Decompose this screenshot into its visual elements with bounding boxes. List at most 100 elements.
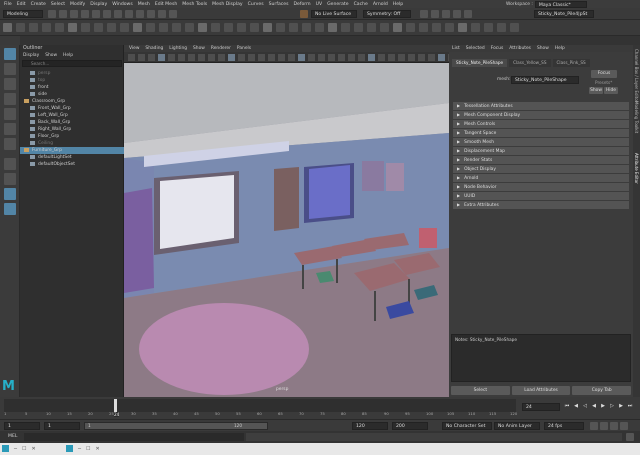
move-tool-icon[interactable] [4,93,16,105]
fps-dropdown[interactable]: 24 fps [544,422,584,430]
step-back-key-icon[interactable]: ◀ [572,403,580,409]
viewport-tool-icon[interactable] [418,54,425,61]
start-time-field[interactable]: 1 [4,422,40,430]
viewport-tool-icon[interactable] [328,54,335,61]
menu-item-help[interactable]: Help [393,2,403,7]
expand-arrow-icon[interactable]: ▶ [457,175,460,180]
arnold-render-icon[interactable] [464,10,472,18]
hypershade-icon[interactable] [453,10,461,18]
viewport-tool-icon[interactable] [318,54,325,61]
shelf-tool-icon[interactable] [406,23,415,32]
workspace-selector[interactable]: Workspace : Maya Classic* [506,1,587,8]
viewport-tool-icon[interactable] [378,54,385,61]
taskbar-app-1[interactable]: ─ ☐ ✕ [2,445,36,452]
expand-arrow-icon[interactable]: ▶ [457,103,460,108]
outliner-item[interactable]: Right_Wall_Grp [20,126,124,133]
shelf-tool-icon[interactable] [211,23,220,32]
outliner-item[interactable]: Back_Wall_Grp [20,119,124,126]
viewport-tool-icon[interactable] [388,54,395,61]
snap-grid-icon[interactable] [136,10,144,18]
outliner-item[interactable]: persp [20,70,124,77]
select-hierarchy-icon[interactable] [103,10,111,18]
viewport-tool-icon[interactable] [158,54,165,61]
expand-arrow-icon[interactable]: ▶ [457,166,460,171]
menu-item-generate[interactable]: Generate [327,2,348,7]
outliner-menu-show[interactable]: Show [45,53,57,58]
viewport-tool-icon[interactable] [168,54,175,61]
close-icon[interactable]: ✕ [32,446,36,452]
menu-item-select[interactable]: Select [51,2,65,7]
character-set-dropdown[interactable]: No Character Set [442,422,492,430]
step-forward-icon[interactable]: ▷ [608,403,616,409]
right-tab[interactable]: Attribute Editor [634,153,639,184]
menu-item-curves[interactable]: Curves [248,2,264,7]
viewport-tool-icon[interactable] [148,54,155,61]
ae-section-tessellation-attributes[interactable]: ▶ Tessellation Attributes [453,102,629,110]
ae-menu-help[interactable]: Help [555,46,565,51]
new-scene-icon[interactable] [48,10,56,18]
menu-item-mesh[interactable]: Mesh [138,2,150,7]
close-icon-2[interactable]: ✕ [96,446,100,452]
menu-item-edit-mesh[interactable]: Edit Mesh [155,2,177,7]
shelf-tool-icon[interactable] [458,23,467,32]
step-forward-key-icon[interactable]: ▶ [617,403,625,409]
select-component-icon[interactable] [125,10,133,18]
viewport-tool-icon[interactable] [178,54,185,61]
shelf-tool-icon[interactable] [471,23,480,32]
shelf-tool-icon[interactable] [3,23,12,32]
menu-item-arnold[interactable]: Arnold [373,2,388,7]
expand-arrow-icon[interactable]: ▶ [457,130,460,135]
end-time-field[interactable]: 200 [392,422,428,430]
viewport-menu-lighting[interactable]: Lighting [169,46,187,51]
four-pane-layout-icon[interactable] [4,173,16,185]
restore-icon-2[interactable]: ☐ [86,446,90,452]
ae-select-button[interactable]: Select [451,386,510,395]
ae-menu-show[interactable]: Show [537,46,549,51]
expand-arrow-icon[interactable]: ▶ [457,148,460,153]
viewport-tool-icon[interactable] [368,54,375,61]
two-pane-layout-icon[interactable] [4,188,16,200]
shelf-tool-icon[interactable] [445,23,454,32]
minimize-icon[interactable]: ─ [14,446,17,452]
outliner-item[interactable]: Left_Wall_Grp [20,112,124,119]
right-tab[interactable]: Channel Box / Layer Editor [634,49,639,102]
name-search-field[interactable]: Sticky_Note_Pile4|pSt [534,10,594,18]
shelf-tool-icon[interactable] [133,23,142,32]
mode-dropdown[interactable]: Modeling [3,10,43,18]
shelf-tool-icon[interactable] [354,23,363,32]
outliner-item[interactable]: side [20,91,124,98]
viewport-tool-icon[interactable] [278,54,285,61]
ae-section-object-display[interactable]: ▶ Object Display [453,165,629,173]
shelf-tool-icon[interactable] [250,23,259,32]
ae-section-smooth-mesh[interactable]: ▶ Smooth Mesh [453,138,629,146]
shelf-tool-icon[interactable] [497,23,506,32]
shelf-tool-icon[interactable] [107,23,116,32]
viewport-tool-icon[interactable] [428,54,435,61]
viewport-tool-icon[interactable] [138,54,145,61]
shelf-tool-icon[interactable] [29,23,38,32]
current-frame-field[interactable]: 24 [522,403,560,411]
ae-section-mesh-controls[interactable]: ▶ Mesh Controls [453,120,629,128]
lasso-tool-icon[interactable] [4,63,16,75]
viewport-tool-icon[interactable] [218,54,225,61]
ae-load-attributes-button[interactable]: Load Attributes [511,386,571,395]
viewport-tool-icon[interactable] [308,54,315,61]
playback-start-field[interactable]: 1 [44,422,80,430]
outliner-item[interactable]: Furniture_Grp [20,147,124,154]
presets-button[interactable]: Presets* [595,80,612,85]
menu-item-uv[interactable]: UV [316,2,323,7]
viewport-menu-show[interactable]: Show [193,46,205,51]
outliner-search[interactable]: Search... [22,60,122,67]
ae-section-displacement-map[interactable]: ▶ Displacement Map [453,147,629,155]
loop-icon[interactable] [590,422,598,430]
taskbar-app-2[interactable]: ─ ☐ ✕ [66,445,100,452]
save-scene-icon[interactable] [70,10,78,18]
menu-item-file[interactable]: File [4,2,12,7]
viewport-scene[interactable]: persp [124,63,449,397]
ae-tab[interactable]: Sticky_Note_PileShape [452,59,508,67]
expand-arrow-icon[interactable]: ▶ [457,121,460,126]
shelf-tool-icon[interactable] [484,23,493,32]
viewport-tool-icon[interactable] [248,54,255,61]
viewport-menu-renderer[interactable]: Renderer [211,46,231,51]
restore-icon[interactable]: ☐ [22,446,26,452]
